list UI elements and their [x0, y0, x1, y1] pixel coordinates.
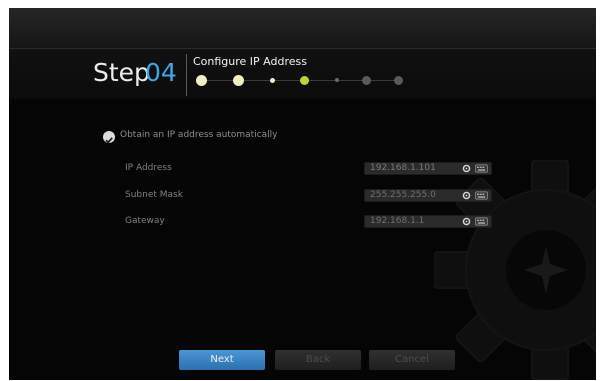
gateway-value: 192.168.1.1	[370, 216, 425, 226]
subnet-mask-value: 255.255.255.0	[370, 190, 436, 200]
progress-step-5	[335, 78, 339, 82]
progress-step-4	[300, 76, 309, 85]
keyboard-icon[interactable]	[475, 164, 488, 173]
progress-step-3	[270, 78, 275, 83]
gateway-label: Gateway	[125, 216, 165, 226]
keyboard-icon[interactable]	[475, 191, 488, 200]
checkmark-icon[interactable]	[103, 131, 115, 144]
progress-step-7	[394, 76, 403, 85]
subnet-mask-label: Subnet Mask	[125, 190, 183, 200]
settings-icon[interactable]	[462, 217, 471, 226]
auto-ip-label: Obtain an IP address automatically	[120, 130, 278, 140]
ip-address-field[interactable]: 192.168.1.101	[364, 162, 492, 175]
step-number: 04	[145, 58, 177, 87]
settings-icon[interactable]	[462, 164, 471, 173]
progress-step-1	[196, 75, 207, 86]
step-label: Step	[93, 58, 150, 87]
step-title: Configure IP Address	[193, 55, 307, 68]
keyboard-icon[interactable]	[475, 217, 488, 226]
subnet-mask-field[interactable]: 255.255.255.0	[364, 189, 492, 202]
settings-icon[interactable]	[462, 191, 471, 200]
back-button[interactable]: Back	[275, 350, 361, 370]
top-bar	[9, 8, 596, 49]
ip-address-label: IP Address	[125, 163, 172, 173]
gateway-field[interactable]: 192.168.1.1	[364, 215, 492, 228]
cancel-button[interactable]: Cancel	[369, 350, 455, 370]
step-progress-indicator	[196, 75, 406, 87]
setup-screen: Step 04 Configure IP Address Obtain an I…	[9, 8, 596, 380]
progress-step-6	[362, 76, 371, 85]
ip-address-value: 192.168.1.101	[370, 163, 436, 173]
progress-step-2	[233, 75, 244, 86]
header-divider	[186, 54, 187, 96]
next-button[interactable]: Next	[179, 350, 265, 370]
